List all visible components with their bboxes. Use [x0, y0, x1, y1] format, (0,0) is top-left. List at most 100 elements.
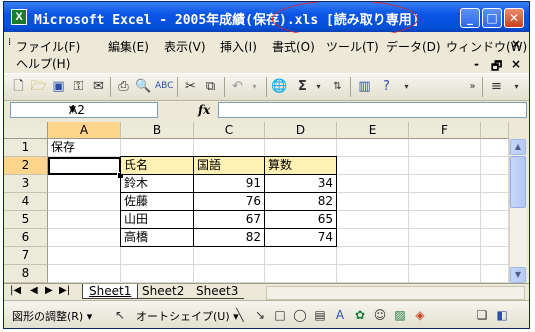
table-header-cell[interactable]: 算数: [265, 157, 337, 175]
scroll-down-button[interactable]: ▼: [510, 267, 526, 283]
table-name-cell[interactable]: 鈴木: [121, 175, 194, 193]
minimize-button[interactable]: _: [460, 8, 480, 28]
menu-help[interactable]: ヘルプ(H): [16, 55, 70, 72]
toolbar-dropdown-icon[interactable]: ▾: [398, 78, 415, 95]
align-icon[interactable]: ≡: [488, 78, 505, 95]
excel-app-icon[interactable]: X: [11, 9, 27, 25]
fill-color-icon[interactable]: ◈: [412, 307, 428, 323]
formula-input[interactable]: [218, 102, 527, 118]
close-button[interactable]: ✕: [504, 8, 524, 28]
table-score-cell[interactable]: 65: [265, 211, 337, 229]
arrow-icon[interactable]: ↘: [252, 307, 268, 323]
table-score-cell[interactable]: 74: [265, 229, 337, 247]
empty-cell[interactable]: [337, 175, 409, 193]
undo-dropdown-icon[interactable]: ▾: [246, 78, 263, 95]
empty-cell[interactable]: [194, 265, 265, 283]
empty-cell[interactable]: [48, 265, 121, 283]
save-icon[interactable]: ▣: [50, 78, 67, 95]
row-header-4[interactable]: 4: [4, 193, 48, 211]
scroll-thumb[interactable]: [510, 156, 526, 208]
table-name-cell[interactable]: 佐藤: [121, 193, 194, 211]
select-objects-icon[interactable]: ↖: [112, 307, 128, 323]
row-header-6[interactable]: 6: [4, 229, 48, 247]
empty-cell[interactable]: [409, 139, 481, 157]
spelling-icon[interactable]: ABC: [155, 78, 173, 95]
col-header-c[interactable]: C: [194, 122, 265, 139]
oval-icon[interactable]: ◯: [292, 307, 308, 323]
empty-cell[interactable]: [121, 139, 194, 157]
row-header-5[interactable]: 5: [4, 211, 48, 229]
print-preview-icon[interactable]: 🔍: [135, 78, 152, 95]
empty-cell[interactable]: [337, 229, 409, 247]
first-sheet-button[interactable]: |◀: [10, 285, 21, 296]
tab-sheet1[interactable]: Sheet1: [82, 284, 139, 299]
empty-cell[interactable]: [409, 193, 481, 211]
hyperlink-icon[interactable]: 🌐: [271, 78, 288, 95]
worksheet-grid[interactable]: A B C D E F 1 2 3 4 5 6 7 8 保存 氏名 国語 算数 鈴木 91…: [4, 122, 509, 283]
open-icon[interactable]: 🗁: [30, 78, 47, 95]
menu-format[interactable]: 書式(O): [272, 38, 315, 55]
row-header-7[interactable]: 7: [4, 247, 48, 265]
empty-cell[interactable]: [481, 229, 509, 247]
horizontal-scrollbar[interactable]: [266, 286, 525, 300]
table-score-cell[interactable]: 34: [265, 175, 337, 193]
empty-cell[interactable]: [121, 265, 194, 283]
line-icon[interactable]: ╲: [232, 307, 248, 323]
empty-cell[interactable]: [409, 157, 481, 175]
table-header-cell[interactable]: 氏名: [121, 157, 194, 175]
shape-adjust-menu[interactable]: 図形の調整(R) ▾: [12, 308, 92, 324]
empty-cell[interactable]: [409, 247, 481, 265]
empty-cell[interactable]: [409, 229, 481, 247]
col-header-e[interactable]: E: [337, 122, 409, 139]
menu-insert[interactable]: 挿入(I): [220, 38, 257, 55]
tab-sheet2[interactable]: Sheet2: [136, 284, 191, 299]
empty-cell[interactable]: [48, 229, 121, 247]
prev-sheet-button[interactable]: ◀: [30, 285, 38, 296]
tab-sheet3[interactable]: Sheet3: [190, 284, 245, 299]
menu-edit[interactable]: 編集(E): [108, 38, 149, 55]
col-header-a[interactable]: A: [48, 122, 121, 139]
empty-cell[interactable]: [481, 175, 509, 193]
empty-cell[interactable]: [265, 139, 337, 157]
row-header-8[interactable]: 8: [4, 265, 48, 283]
empty-cell[interactable]: [409, 211, 481, 229]
menu-file[interactable]: ファイル(F): [16, 38, 80, 55]
title-bar[interactable]: X Microsoft Excel - 2005年成績(保存).xls [読み取…: [4, 2, 529, 38]
new-icon[interactable]: 🗋: [10, 78, 27, 95]
empty-cell[interactable]: [48, 175, 121, 193]
autoshapes-menu[interactable]: オートシェイプ(U) ▾: [136, 308, 239, 324]
empty-cell[interactable]: [481, 139, 509, 157]
active-cell-a2[interactable]: [48, 157, 121, 175]
empty-cell[interactable]: [48, 247, 121, 265]
empty-cell[interactable]: [337, 157, 409, 175]
shadow-icon[interactable]: ❏: [474, 307, 490, 323]
autosum-dropdown-icon[interactable]: ▾: [310, 78, 327, 95]
col-header-d[interactable]: D: [265, 122, 337, 139]
empty-cell[interactable]: [409, 265, 481, 283]
empty-cell[interactable]: [337, 211, 409, 229]
undo-icon[interactable]: ↶: [229, 78, 246, 95]
row-header-2[interactable]: 2: [4, 157, 48, 175]
table-name-cell[interactable]: 山田: [121, 211, 194, 229]
last-sheet-button[interactable]: ▶|: [59, 285, 70, 296]
next-sheet-button[interactable]: ▶: [45, 285, 53, 296]
empty-cell[interactable]: [48, 193, 121, 211]
menu-tools[interactable]: ツール(T): [326, 38, 379, 55]
doc-minimize-button[interactable]: -: [474, 57, 479, 71]
table-score-cell[interactable]: 82: [194, 229, 265, 247]
copy-icon[interactable]: ⧉: [202, 78, 219, 95]
table-header-cell[interactable]: 国語: [194, 157, 265, 175]
diagram-icon[interactable]: ✿: [352, 307, 368, 323]
col-header-f[interactable]: F: [409, 122, 481, 139]
empty-cell[interactable]: [337, 247, 409, 265]
name-box-dropdown-icon[interactable]: ▼: [69, 103, 154, 117]
chart-icon[interactable]: ▥: [356, 78, 373, 95]
row-header-1[interactable]: 1: [4, 139, 48, 157]
email-icon[interactable]: ✉: [90, 78, 107, 95]
empty-cell[interactable]: [265, 247, 337, 265]
permission-icon[interactable]: ⚿: [70, 78, 87, 95]
rectangle-icon[interactable]: □: [272, 307, 288, 323]
vertical-scrollbar[interactable]: ▲ ▼: [509, 139, 526, 283]
empty-cell[interactable]: [265, 265, 337, 283]
empty-cell[interactable]: [481, 211, 509, 229]
